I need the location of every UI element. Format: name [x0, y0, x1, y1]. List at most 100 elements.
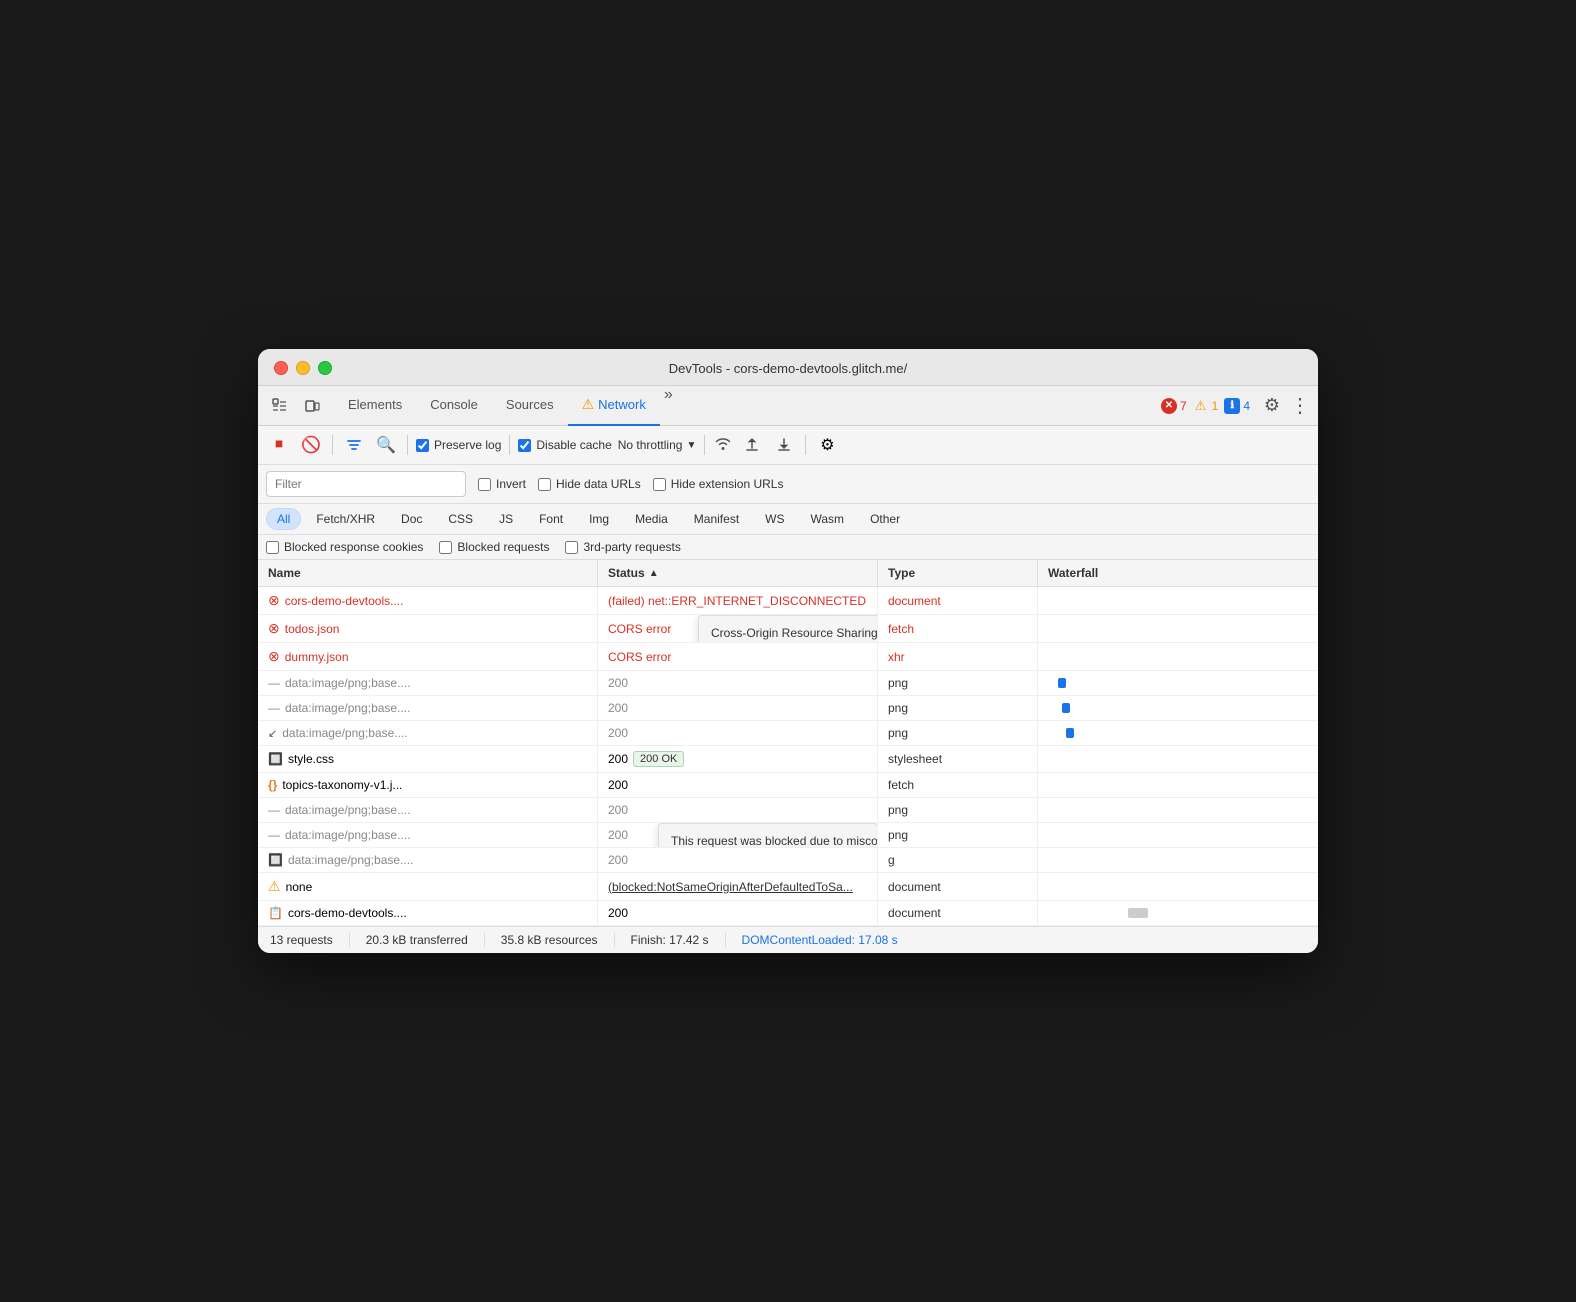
table-row[interactable]: 📋 cors-demo-devtools.... 200 document	[258, 901, 1318, 926]
type-wasm-button[interactable]: Wasm	[800, 508, 856, 530]
row-name-cell: — data:image/png;base....	[258, 696, 598, 720]
row-status-text: 200	[608, 803, 628, 817]
table-row[interactable]: ⊗ dummy.json CORS error xhr	[258, 643, 1318, 671]
row-name-text: none	[286, 880, 313, 894]
finish-time: Finish: 17.42 s	[615, 933, 726, 947]
table-row[interactable]: 🔲 style.css 200 200 OK stylesheet	[258, 746, 1318, 773]
table-row[interactable]: {} topics-taxonomy-v1.j... 200 fetch	[258, 773, 1318, 798]
disable-cache-checkbox[interactable]	[518, 439, 531, 452]
preserve-log-checkbox[interactable]	[416, 439, 429, 452]
more-options-button[interactable]: ⋮	[1290, 393, 1310, 418]
device-icon[interactable]	[298, 392, 326, 420]
close-button[interactable]	[274, 361, 288, 375]
type-all-button[interactable]: All	[266, 508, 301, 530]
resources-size: 35.8 kB resources	[485, 933, 615, 947]
transferred-size: 20.3 kB transferred	[350, 933, 485, 947]
hide-data-urls-label[interactable]: Hide data URLs	[538, 477, 641, 491]
import-har-button[interactable]	[771, 432, 797, 458]
header-type[interactable]: Type	[878, 560, 1038, 586]
hide-extension-label[interactable]: Hide extension URLs	[653, 477, 784, 491]
tab-elements[interactable]: Elements	[334, 386, 416, 426]
table-row[interactable]: ⊗ cors-demo-devtools.... (failed) net::E…	[258, 587, 1318, 615]
blocked-requests-label[interactable]: Blocked requests	[439, 540, 549, 554]
header-status[interactable]: Status ▲	[598, 560, 878, 586]
row-waterfall-cell	[1038, 823, 1318, 847]
wifi-icon	[713, 435, 733, 456]
hide-extension-checkbox[interactable]	[653, 478, 666, 491]
type-css-button[interactable]: CSS	[437, 508, 484, 530]
filter-input[interactable]	[266, 471, 466, 497]
type-other-button[interactable]: Other	[859, 508, 911, 530]
row-status-cell: 200 This request was blocked due to misc…	[598, 823, 878, 847]
type-img-button[interactable]: Img	[578, 508, 620, 530]
row-name-cell: — data:image/png;base....	[258, 671, 598, 695]
row-name-text: cors-demo-devtools....	[288, 906, 407, 920]
maximize-button[interactable]	[318, 361, 332, 375]
table-row[interactable]: — data:image/png;base.... 200 png	[258, 671, 1318, 696]
type-font-button[interactable]: Font	[528, 508, 574, 530]
header-waterfall[interactable]: Waterfall	[1038, 560, 1318, 586]
table-row[interactable]: 🔲 data:image/png;base.... 200 g	[258, 848, 1318, 873]
table-row[interactable]: — data:image/png;base.... 200 This reque…	[258, 823, 1318, 848]
blocked-cookies-checkbox[interactable]	[266, 541, 279, 554]
preserve-log-label[interactable]: Preserve log	[416, 438, 501, 452]
row-type-text: g	[888, 853, 895, 867]
type-ws-button[interactable]: WS	[754, 508, 795, 530]
blocked-tooltip: This request was blocked due to misconfi…	[658, 823, 878, 847]
tab-bar: Elements Console Sources ⚠ Network » ✕ 7…	[258, 386, 1318, 426]
inspect-icon[interactable]	[266, 392, 294, 420]
type-media-button[interactable]: Media	[624, 508, 679, 530]
divider-2	[407, 435, 408, 455]
row-type-text: png	[888, 726, 908, 740]
header-name[interactable]: Name	[258, 560, 598, 586]
row-status-text: 200	[608, 853, 628, 867]
blocked-requests-checkbox[interactable]	[439, 541, 452, 554]
divider-1	[332, 435, 333, 455]
type-doc-button[interactable]: Doc	[390, 508, 433, 530]
disable-cache-label[interactable]: Disable cache	[518, 438, 611, 452]
throttle-arrow-icon: ▼	[686, 440, 696, 451]
row-waterfall-cell	[1038, 901, 1318, 925]
request-count: 13 requests	[270, 933, 350, 947]
throttle-selector[interactable]: No throttling ▼	[618, 438, 697, 452]
row-type-cell: fetch	[878, 773, 1038, 797]
row-name-cell: 🔲 style.css	[258, 746, 598, 772]
tab-more-button[interactable]: »	[664, 386, 673, 426]
invert-checkbox[interactable]	[478, 478, 491, 491]
type-fetchxhr-button[interactable]: Fetch/XHR	[305, 508, 386, 530]
third-party-checkbox[interactable]	[565, 541, 578, 554]
row-type-text: png	[888, 676, 908, 690]
tab-console[interactable]: Console	[416, 386, 492, 426]
tab-network[interactable]: ⚠ Network	[568, 386, 660, 426]
search-button[interactable]: 🔍	[373, 432, 399, 458]
hide-data-urls-checkbox[interactable]	[538, 478, 551, 491]
row-status-cell: 200 200 OK	[598, 746, 878, 772]
type-filter-bar: All Fetch/XHR Doc CSS JS Font Img Media …	[258, 504, 1318, 535]
clear-button[interactable]: 🚫	[298, 432, 324, 458]
row-name-text: data:image/png;base....	[285, 701, 410, 715]
row-waterfall-cell	[1038, 721, 1318, 745]
waterfall-scrollbar	[1128, 908, 1148, 918]
blocked-cookies-label[interactable]: Blocked response cookies	[266, 540, 423, 554]
settings-button[interactable]: ⚙	[1258, 392, 1286, 420]
export-har-button[interactable]	[739, 432, 765, 458]
type-js-button[interactable]: JS	[488, 508, 524, 530]
stop-recording-button[interactable]: ⏹	[266, 432, 292, 458]
filter-button[interactable]	[341, 432, 367, 458]
row-type-cell: png	[878, 798, 1038, 822]
third-party-label[interactable]: 3rd-party requests	[565, 540, 680, 554]
row-name-cell: — data:image/png;base....	[258, 823, 598, 847]
table-row[interactable]: ⚠ none (blocked:NotSameOriginAfterDefaul…	[258, 873, 1318, 901]
dash-icon: —	[268, 676, 280, 690]
table-row[interactable]: — data:image/png;base.... 200 png	[258, 696, 1318, 721]
row-name-cell: ⊗ todos.json	[258, 615, 598, 642]
table-row[interactable]: ⊗ todos.json CORS error Cross-Origin Res…	[258, 615, 1318, 643]
row-status-cell: 200	[598, 901, 878, 925]
invert-label[interactable]: Invert	[478, 477, 526, 491]
minimize-button[interactable]	[296, 361, 310, 375]
table-row[interactable]: — data:image/png;base.... 200 png	[258, 798, 1318, 823]
network-settings-button[interactable]: ⚙	[814, 432, 840, 458]
table-row[interactable]: ↙ data:image/png;base.... 200 png	[258, 721, 1318, 746]
type-manifest-button[interactable]: Manifest	[683, 508, 750, 530]
tab-sources[interactable]: Sources	[492, 386, 568, 426]
